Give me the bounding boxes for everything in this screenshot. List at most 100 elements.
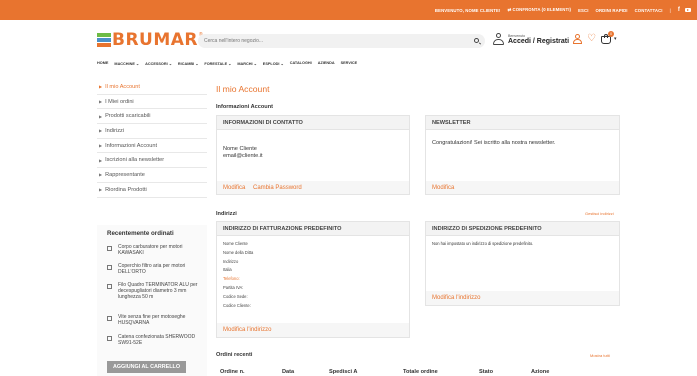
account-area: Benvenuto Accedi / Registrati ♡ 0 ▾ — [493, 30, 617, 48]
social-links: f — [678, 7, 691, 13]
edit-newsletter-link[interactable]: Modifica — [432, 185, 454, 191]
col-action: Azione — [531, 369, 550, 375]
billing-address-body: Nome Cliente Nome della Ditta Indirizzo … — [217, 236, 409, 323]
sidebar-item-label: Informazioni Account — [105, 142, 158, 149]
billing-line-phone[interactable]: Telefono: — [223, 275, 403, 284]
newsletter-body: Congratulazioni! Sei iscritto alla nostr… — [426, 130, 619, 181]
shipping-actions: Modifica l'indirizzo — [426, 291, 619, 305]
sidebar-item-label: Indirizzi — [105, 127, 125, 134]
sidebar-item-newsletter[interactable]: ▶ Iscrizioni alla newsletter — [97, 153, 207, 169]
item-checkbox[interactable] — [107, 336, 112, 341]
item-name[interactable]: Coperchio filtro aria per motori DELL'OR… — [118, 263, 205, 276]
cart-chevron-down-icon[interactable]: ▾ — [614, 36, 617, 42]
sidebar-item-account-info[interactable]: ▶ Informazioni Account — [97, 139, 207, 154]
customer-name: Nome Cliente — [223, 146, 257, 152]
nav-item-marchi[interactable]: MARCHI ⌄ — [237, 61, 256, 66]
billing-address-box: INDIRIZZO DI FATTURAZIONE PREDEFINITO No… — [216, 221, 410, 338]
nav-item-service[interactable]: SERVICE — [341, 61, 358, 66]
caret-right-icon: ▶ — [99, 143, 103, 149]
col-order-total: Totale ordine — [403, 369, 438, 375]
welcome-text: BENVENUTO, NOME CLIENTE! — [434, 7, 501, 13]
youtube-icon[interactable] — [685, 8, 691, 12]
newsletter-box: NEWSLETTER Congratulazioni! Sei iscritto… — [425, 115, 620, 195]
quick-orders-link[interactable]: ORDINI RAPIDI — [596, 8, 628, 13]
main-nav: HOME MACCHINE ⌄ ACCESSORI ⌄ RICAMBI ⌄ FO… — [97, 61, 357, 66]
sidebar-item-my-orders[interactable]: ▶ I Miei ordini — [97, 95, 207, 110]
caret-right-icon: ▶ — [99, 84, 103, 90]
facebook-icon[interactable]: f — [678, 7, 680, 13]
sidebar-item-label: Rappresentante — [105, 171, 145, 178]
account-link[interactable]: Benvenuto Accedi / Registrati — [508, 34, 569, 45]
billing-line-company: Nome della Ditta — [223, 249, 254, 255]
edit-contact-link[interactable]: Modifica — [223, 185, 245, 191]
recent-orders-title: Ordini recenti — [216, 352, 253, 358]
newsletter-header: NEWSLETTER — [426, 116, 619, 130]
sidebar-item-downloads[interactable]: ▶ Prodotti scaricabili — [97, 109, 207, 125]
caret-right-icon: ▶ — [99, 172, 103, 178]
item-name[interactable]: Corpo carburatore per motori KAWASAKI — [118, 244, 205, 257]
item-name[interactable]: Vite senza fine per motoseghe HUSQVARNA — [118, 314, 205, 327]
item-checkbox[interactable] — [107, 316, 112, 321]
nav-item-forestale[interactable]: FORESTALE ⌄ — [204, 61, 231, 66]
compare-link[interactable]: ⇄ CONFRONTA (0 ELEMENTI) — [508, 7, 572, 13]
compare-label: CONFRONTA (0 ELEMENTI) — [512, 7, 572, 12]
nav-item-ricambi[interactable]: RICAMBI ⌄ — [178, 61, 198, 66]
logout-link[interactable]: ESCI — [578, 8, 588, 13]
caret-right-icon: ▶ — [99, 113, 103, 119]
list-item: Vite senza fine per motoseghe HUSQVARNA — [107, 314, 205, 327]
recently-ordered-panel: Recentemente ordinati Corpo carburatore … — [97, 225, 207, 376]
edit-billing-address-link[interactable]: Modifica l'indirizzo — [223, 327, 272, 333]
sidebar-item-my-account[interactable]: ▶ Il mio Account — [97, 80, 207, 95]
add-to-cart-button[interactable]: AGGIUNGI AL CARRELLO — [107, 361, 186, 373]
nav-item-cataloghi[interactable]: CATALOGHI — [290, 61, 312, 66]
change-password-link[interactable]: Cambia Password — [253, 185, 302, 191]
item-checkbox[interactable] — [107, 265, 112, 270]
user-icon[interactable] — [493, 33, 504, 45]
top-bar: BENVENUTO, NOME CLIENTE! ⇄ CONFRONTA (0 … — [0, 0, 697, 20]
caret-right-icon: ▶ — [99, 128, 103, 134]
nav-item-home[interactable]: HOME — [97, 61, 108, 66]
sidebar-item-addresses[interactable]: ▶ Indirizzi — [97, 124, 207, 139]
list-item: Coperchio filtro aria per motori DELL'OR… — [107, 263, 205, 276]
contact-actions: Modifica Cambia Password — [217, 181, 409, 195]
manage-addresses-link[interactable]: Gestisci indirizzi — [585, 211, 614, 216]
billing-line-vat: Partita IVA: — [223, 284, 244, 290]
list-item: Corpo carburatore per motori KAWASAKI — [107, 244, 205, 257]
brand-logo[interactable]: BRUMAR ® — [97, 30, 203, 50]
sidebar-item-representative[interactable]: ▶ Rappresentante — [97, 168, 207, 183]
nav-item-accessori[interactable]: ACCESSORI ⌄ — [145, 61, 172, 66]
newsletter-status: Congratulazioni! Sei iscritto alla nostr… — [432, 140, 556, 146]
item-name[interactable]: Filo Quadro TERMINATOR ALU per decespugl… — [118, 282, 205, 300]
cart-icon[interactable]: 0 — [601, 31, 615, 44]
sidebar-item-label: Il mio Account — [105, 83, 140, 90]
account-label: Accedi / Registrati — [508, 37, 570, 45]
nav-item-esplodi[interactable]: ESPLODI ⌄ — [263, 61, 284, 66]
search-icon[interactable] — [474, 38, 479, 43]
item-checkbox[interactable] — [107, 284, 112, 289]
show-all-orders-link[interactable]: Mostra tutti — [590, 353, 610, 358]
caret-right-icon: ▶ — [99, 99, 103, 105]
shipping-address-empty-text: Non hai impostato un indirizzo di spediz… — [432, 241, 534, 246]
list-item: Filo Quadro TERMINATOR ALU per decespugl… — [107, 282, 205, 300]
nav-item-macchine[interactable]: MACCHINE ⌄ — [114, 61, 139, 66]
profile-icon[interactable] — [573, 34, 583, 44]
caret-right-icon: ▶ — [99, 157, 103, 163]
wishlist-heart-icon[interactable]: ♡ — [587, 34, 596, 44]
search-bar — [198, 34, 485, 48]
nav-item-azienda[interactable]: AZIENDA — [318, 61, 335, 66]
sidebar-item-label: Prodotti scaricabili — [105, 113, 151, 120]
contact-info-body: Nome Cliente email@cliente.it — [217, 130, 409, 181]
billing-address-header: INDIRIZZO DI FATTURAZIONE PREDEFINITO — [217, 222, 409, 236]
item-name[interactable]: Catena confezionata SHERWOOD SW91-52E — [118, 334, 205, 347]
contact-info-box: INFORMAZIONI DI CONTATTO Nome Cliente em… — [216, 115, 410, 195]
shipping-address-body: Non hai impostato un indirizzo di spediz… — [426, 236, 619, 291]
billing-line-address: Indirizzo — [223, 258, 239, 264]
billing-line-country: Italia — [223, 267, 232, 273]
search-input[interactable] — [204, 34, 464, 48]
edit-shipping-address-link[interactable]: Modifica l'indirizzo — [432, 295, 481, 301]
logo-text: BRUMAR — [112, 30, 199, 50]
sidebar-item-reorder[interactable]: ▶ Riordina Prodotti — [97, 183, 207, 198]
account-info-title: Informazioni Account — [216, 104, 273, 110]
contacts-link[interactable]: CONTATTACI — [635, 8, 663, 13]
item-checkbox[interactable] — [107, 246, 112, 251]
